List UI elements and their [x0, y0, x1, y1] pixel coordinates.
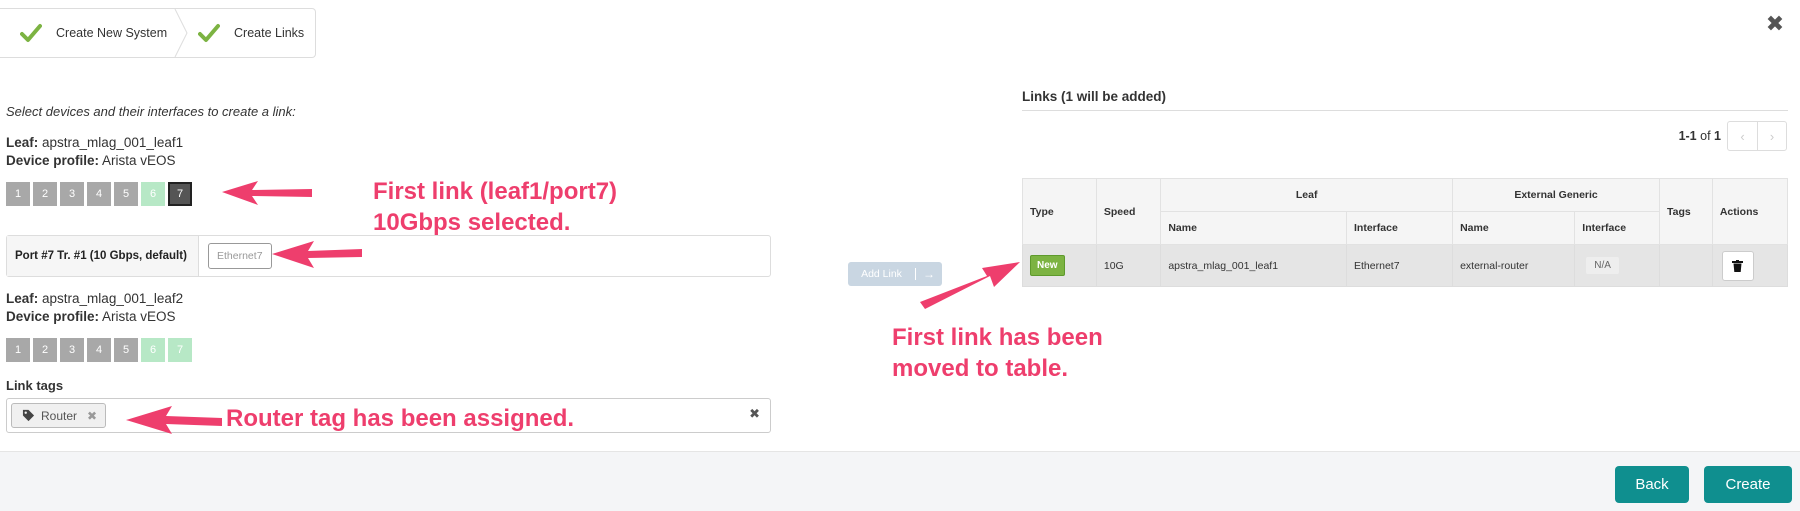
annotation-line: moved to table. — [892, 355, 1069, 382]
annotation-line: First link (leaf1/port7) — [373, 178, 618, 205]
annotation-moved-to-table: First link has been moved to table. — [892, 322, 1103, 384]
step-label: Create Links — [234, 26, 305, 40]
create-button[interactable]: Create — [1704, 466, 1792, 503]
profile-value: Arista vEOS — [102, 153, 176, 168]
leaf-name: apstra_mlag_001_leaf1 — [42, 135, 184, 150]
profile-label: Device profile: — [6, 309, 100, 324]
new-badge: New — [1030, 255, 1065, 276]
divider — [1022, 110, 1788, 111]
table-row: New 10G apstra_mlag_001_leaf1 Ethernet7 … — [1022, 244, 1789, 287]
cell-tags — [1659, 244, 1713, 287]
chevron-right-icon[interactable]: › — [1757, 122, 1786, 150]
annotation-arrow — [222, 181, 312, 205]
port-button[interactable]: 2 — [33, 182, 57, 206]
add-link-button[interactable]: Add Link → — [848, 262, 942, 286]
remove-tag-icon[interactable]: ✖ — [87, 409, 97, 423]
instructions-text: Select devices and their interfaces to c… — [6, 104, 296, 119]
port-button[interactable]: 2 — [33, 338, 57, 362]
pagination-text: 1-1 of 1 — [1679, 129, 1721, 143]
annotation-first-link: First link (leaf1/port7) 10Gbps selected… — [373, 176, 617, 238]
profile-label: Device profile: — [6, 153, 100, 168]
port-button[interactable]: 3 — [60, 182, 84, 206]
clear-tags-icon[interactable]: ✖ — [749, 407, 760, 422]
profile-value: Arista vEOS — [102, 309, 176, 324]
interface-select[interactable]: Ethernet7 — [208, 243, 272, 269]
step-create-new-system[interactable]: Create New System — [0, 9, 176, 57]
port-interface-row: Port #7 Tr. #1 (10 Gbps, default) Ethern… — [6, 235, 771, 277]
port-button[interactable]: 4 — [87, 338, 111, 362]
leaf-name: apstra_mlag_001_leaf2 — [42, 291, 184, 306]
tag-chip-label: Router — [41, 408, 78, 423]
col-tags: Tags — [1659, 178, 1713, 245]
cell-ext-interface: N/A — [1574, 244, 1661, 287]
port-button[interactable]: 1 — [6, 182, 30, 206]
leaf2-info: Leaf: apstra_mlag_001_leaf2 Device profi… — [6, 290, 183, 326]
col-group-leaf: Leaf — [1160, 178, 1454, 212]
check-icon — [20, 24, 42, 42]
step-create-links[interactable]: Create Links — [176, 9, 315, 57]
annotation-line: 10Gbps selected. — [373, 209, 571, 236]
step-label: Create New System — [56, 26, 168, 40]
leaf-label: Leaf: — [6, 135, 39, 150]
port-button[interactable]: 5 — [114, 338, 138, 362]
col-type: Type — [1022, 178, 1097, 245]
leaf-label: Leaf: — [6, 291, 39, 306]
pager-range: 1-1 — [1678, 129, 1697, 143]
wizard-steps: Create New System Create Links — [0, 8, 316, 58]
col-group-external: External Generic — [1452, 178, 1661, 212]
cell-type: New — [1022, 244, 1097, 287]
trash-icon — [1732, 259, 1744, 272]
footer-bar: Back Create — [0, 451, 1800, 511]
port-button[interactable]: 6 — [141, 338, 165, 362]
port-button[interactable]: 3 — [60, 338, 84, 362]
delete-link-button[interactable] — [1721, 250, 1754, 281]
port-button[interactable]: 7 — [168, 338, 192, 362]
links-title: Links (1 will be added) — [1022, 89, 1167, 104]
tag-chip: Router ✖ — [11, 403, 107, 428]
leaf1-info: Leaf: apstra_mlag_001_leaf1 Device profi… — [6, 134, 183, 170]
cell-actions — [1711, 244, 1789, 287]
leaf2-ports: 1234567 — [6, 338, 192, 362]
arrow-right-icon: → — [923, 267, 935, 281]
annotation-router-tag: Router tag has been assigned. — [226, 405, 575, 432]
port-button[interactable]: 4 — [87, 182, 111, 206]
col-speed: Speed — [1095, 178, 1162, 245]
cell-speed: 10G — [1095, 244, 1162, 287]
back-button[interactable]: Back — [1615, 466, 1689, 503]
link-tags-label: Link tags — [6, 378, 64, 393]
pagination: 1-1 of 1 ‹ › — [1679, 121, 1787, 151]
pager-buttons: ‹ › — [1727, 121, 1787, 151]
ext-interface-select[interactable]: N/A — [1586, 257, 1619, 274]
col-actions: Actions — [1711, 178, 1789, 245]
cell-ext-name: external-router — [1452, 244, 1576, 287]
annotation-line: First link has been — [892, 324, 1103, 351]
tag-icon — [22, 409, 35, 422]
cell-leaf-interface: Ethernet7 — [1346, 244, 1454, 287]
col-leaf-name: Name — [1160, 211, 1348, 245]
add-link-label: Add Link — [848, 268, 916, 280]
cell-leaf-name: apstra_mlag_001_leaf1 — [1160, 244, 1348, 287]
col-ext-interface: Interface — [1574, 211, 1661, 245]
links-table: Type Speed Leaf External Generic Tags Ac… — [1022, 178, 1789, 287]
check-icon — [198, 24, 220, 42]
col-ext-name: Name — [1452, 211, 1576, 245]
port-button[interactable]: 6 — [141, 182, 165, 206]
col-leaf-interface: Interface — [1346, 211, 1454, 245]
port-button[interactable]: 5 — [114, 182, 138, 206]
leaf1-ports: 1234567 — [6, 182, 192, 206]
port-button[interactable]: 1 — [6, 338, 30, 362]
port-button[interactable]: 7 — [168, 182, 192, 206]
pager-of: of — [1700, 129, 1711, 143]
close-icon[interactable]: ✖ — [1764, 14, 1786, 36]
pager-total: 1 — [1714, 129, 1721, 143]
chevron-left-icon[interactable]: ‹ — [1728, 122, 1757, 150]
port-label: Port #7 Tr. #1 (10 Gbps, default) — [7, 236, 199, 276]
